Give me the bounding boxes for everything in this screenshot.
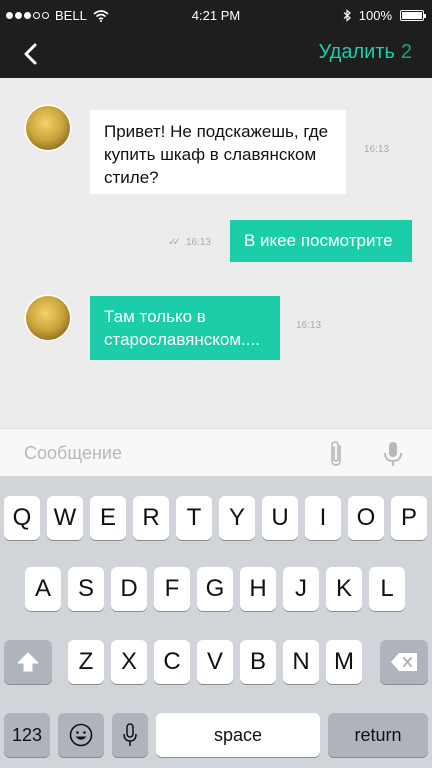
- shift-arrow-icon: [17, 652, 39, 672]
- delete-count: 2: [400, 41, 412, 63]
- dictation-key[interactable]: [112, 713, 148, 757]
- key-n[interactable]: N: [283, 640, 319, 684]
- message-text: В икее посмотрите: [244, 231, 393, 250]
- battery-percent: 100%: [358, 8, 392, 23]
- avatar[interactable]: [24, 104, 72, 152]
- key-v[interactable]: V: [197, 640, 233, 684]
- return-key[interactable]: return: [328, 713, 428, 757]
- read-receipt-icon: ✓✓: [168, 237, 181, 248]
- key-u[interactable]: U: [262, 496, 298, 540]
- message-bubble-incoming[interactable]: Там только в старославянском....: [90, 296, 280, 360]
- message-time: 16:13: [364, 144, 390, 155]
- emoji-key[interactable]: [58, 713, 104, 757]
- message-time: 16:13: [186, 237, 212, 248]
- backspace-icon: [391, 653, 417, 671]
- key-l[interactable]: L: [369, 567, 405, 611]
- key-b[interactable]: B: [240, 640, 276, 684]
- key-k[interactable]: K: [326, 567, 362, 611]
- key-j[interactable]: J: [283, 567, 319, 611]
- key-f[interactable]: F: [154, 567, 190, 611]
- nav-bar: Удалить 2: [0, 30, 432, 78]
- numbers-key[interactable]: 123: [4, 713, 50, 757]
- key-o[interactable]: O: [348, 496, 384, 540]
- message-input[interactable]: Сообщение: [24, 443, 122, 464]
- chat-area[interactable]: Привет! Не подскажешь, где купить шкаф в…: [0, 78, 432, 428]
- key-s[interactable]: S: [68, 567, 104, 611]
- message-text: Привет! Не подскажешь, где купить шкаф в…: [104, 122, 329, 187]
- message-composer: Сообщение: [0, 428, 432, 477]
- message-time: 16:13: [296, 320, 322, 331]
- keyboard: Q W E R T Y U I O P A S D F G H J K L Z …: [0, 476, 432, 768]
- key-g[interactable]: G: [197, 567, 233, 611]
- microphone-icon: [123, 723, 137, 746]
- emoji-icon: [69, 723, 93, 747]
- backspace-key[interactable]: [380, 640, 428, 684]
- message-text: Там только в старославянском....: [104, 307, 260, 349]
- key-d[interactable]: D: [111, 567, 147, 611]
- key-e[interactable]: E: [90, 496, 126, 540]
- key-i[interactable]: I: [305, 496, 341, 540]
- key-q[interactable]: Q: [4, 496, 40, 540]
- key-c[interactable]: C: [154, 640, 190, 684]
- delete-label: Удалить: [318, 41, 395, 63]
- message-bubble-incoming[interactable]: Привет! Не подскажешь, где купить шкаф в…: [90, 110, 346, 194]
- key-t[interactable]: T: [176, 496, 212, 540]
- key-m[interactable]: M: [326, 640, 362, 684]
- status-bar: BELL 4:21 PM 100%: [0, 0, 432, 30]
- shift-key[interactable]: [4, 640, 52, 684]
- paperclip-icon[interactable]: [325, 439, 349, 469]
- key-z[interactable]: Z: [68, 640, 104, 684]
- key-h[interactable]: H: [240, 567, 276, 611]
- message-bubble-outgoing[interactable]: В икее посмотрите: [230, 220, 412, 262]
- delete-button[interactable]: Удалить 2: [319, 41, 412, 64]
- key-a[interactable]: A: [25, 567, 61, 611]
- battery-icon: [400, 10, 426, 21]
- key-w[interactable]: W: [47, 496, 83, 540]
- key-r[interactable]: R: [133, 496, 169, 540]
- microphone-icon[interactable]: [381, 439, 405, 469]
- key-x[interactable]: X: [111, 640, 147, 684]
- space-key[interactable]: space: [156, 713, 320, 757]
- key-p[interactable]: P: [391, 496, 427, 540]
- bluetooth-icon: [343, 9, 351, 22]
- chevron-left-icon[interactable]: [18, 40, 46, 68]
- avatar[interactable]: [24, 294, 72, 342]
- key-y[interactable]: Y: [219, 496, 255, 540]
